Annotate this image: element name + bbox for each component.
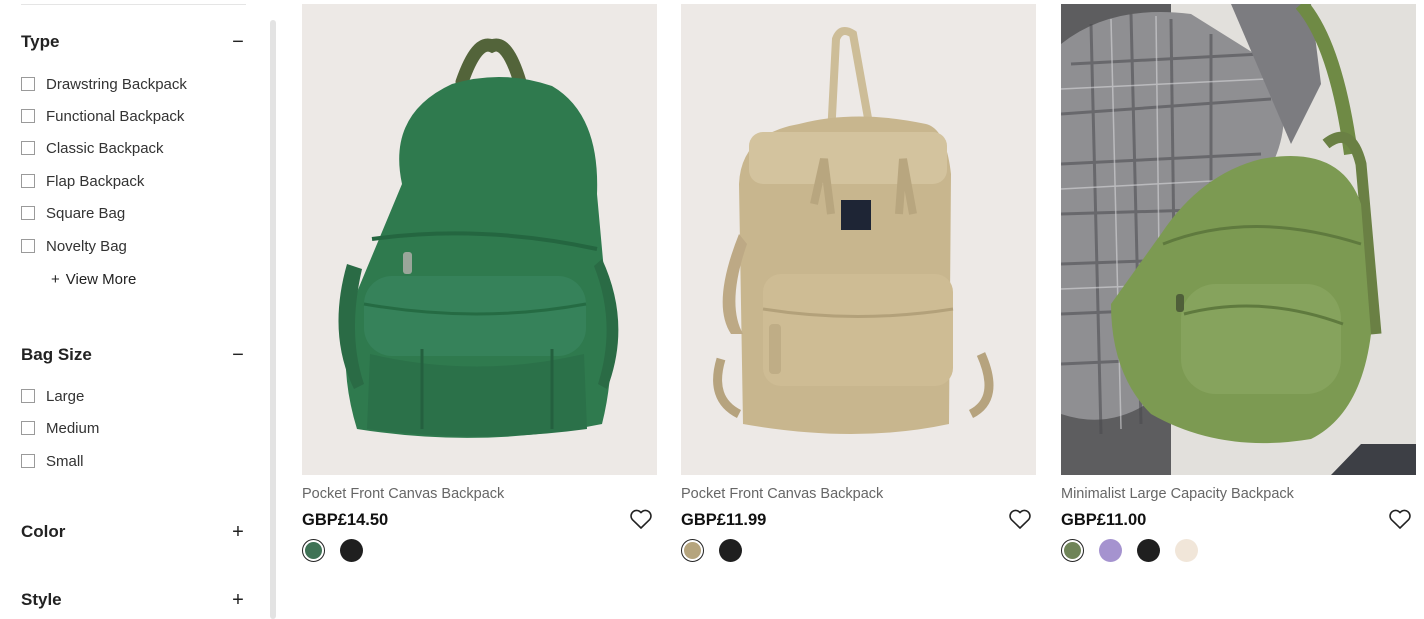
heart-icon[interactable] (629, 508, 653, 530)
color-swatches (1061, 537, 1213, 563)
filter-option-label: Square Bag (46, 204, 126, 222)
heart-icon[interactable] (1388, 508, 1412, 530)
color-swatch[interactable] (340, 538, 363, 562)
collapse-icon[interactable]: − (231, 32, 245, 52)
filter-option-label: Functional Backpack (46, 107, 185, 125)
filter-option-label: Large (46, 387, 85, 405)
filter-option-label: Flap Backpack (46, 172, 145, 190)
product-image[interactable] (681, 4, 1036, 475)
product-card[interactable]: Pocket Front Canvas Backpack GBP£14.50 (302, 4, 657, 562)
color-swatch[interactable] (1061, 538, 1084, 562)
filter-option-small[interactable]: Small (21, 451, 84, 471)
product-card[interactable]: Pocket Front Canvas Backpack GBP£11.99 (681, 4, 1036, 562)
filter-header-color[interactable]: Color + (21, 520, 245, 544)
filter-title-color: Color (21, 522, 66, 541)
checkbox[interactable] (21, 109, 35, 123)
product-image[interactable] (1061, 4, 1416, 475)
filter-option-large[interactable]: Large (21, 386, 84, 406)
color-swatch[interactable] (1099, 538, 1122, 562)
sidebar-scrollbar[interactable] (270, 20, 276, 619)
filter-title-style: Style (21, 590, 62, 609)
filter-option-label: Drawstring Backpack (46, 75, 187, 93)
filter-option-flap-backpack[interactable]: Flap Backpack (21, 171, 144, 191)
collapse-icon[interactable]: − (231, 345, 245, 365)
color-swatch[interactable] (1137, 538, 1160, 562)
checkbox[interactable] (21, 421, 35, 435)
checkbox[interactable] (21, 141, 35, 155)
color-swatch[interactable] (719, 538, 742, 562)
model-wearing-backpack-image (1061, 4, 1416, 475)
color-swatches (302, 537, 378, 563)
filter-option-drawstring-backpack[interactable]: Drawstring Backpack (21, 74, 187, 94)
checkbox[interactable] (21, 174, 35, 188)
filter-option-classic-backpack[interactable]: Classic Backpack (21, 138, 164, 158)
view-more-button[interactable]: + View More (51, 269, 136, 289)
heart-icon[interactable] (1008, 508, 1032, 530)
filter-title-type: Type (21, 32, 60, 51)
checkbox[interactable] (21, 206, 35, 220)
product-card[interactable]: Minimalist Large Capacity Backpack GBP£1… (1061, 4, 1416, 562)
product-name[interactable]: Pocket Front Canvas Backpack (681, 486, 883, 502)
checkbox[interactable] (21, 239, 35, 253)
filter-option-label: Small (46, 452, 84, 470)
green-backpack-image (302, 4, 657, 475)
filter-option-medium[interactable]: Medium (21, 418, 99, 438)
filter-option-label: Novelty Bag (46, 237, 127, 255)
plus-icon: + (51, 270, 60, 288)
checkbox[interactable] (21, 389, 35, 403)
filter-sidebar: Type − Drawstring Backpack Functional Ba… (0, 0, 266, 619)
expand-icon[interactable]: + (231, 522, 245, 542)
checkbox[interactable] (21, 454, 35, 468)
product-price: GBP£11.00 (1061, 511, 1147, 529)
view-more-label: View More (65, 270, 137, 288)
product-name[interactable]: Minimalist Large Capacity Backpack (1061, 486, 1294, 502)
divider (21, 4, 246, 5)
product-name[interactable]: Pocket Front Canvas Backpack (302, 486, 504, 502)
color-swatch[interactable] (1175, 538, 1198, 562)
filter-title-bag-size: Bag Size (21, 345, 92, 364)
expand-icon[interactable]: + (231, 590, 245, 610)
filter-header-type[interactable]: Type − (21, 30, 245, 54)
color-swatch[interactable] (302, 538, 325, 562)
color-swatch[interactable] (681, 538, 704, 562)
filter-option-functional-backpack[interactable]: Functional Backpack (21, 106, 184, 126)
product-price: GBP£14.50 (302, 511, 389, 529)
filter-option-novelty-bag[interactable]: Novelty Bag (21, 236, 127, 256)
color-swatches (681, 537, 757, 563)
khaki-backpack-image (681, 4, 1036, 475)
product-price: GBP£11.99 (681, 511, 767, 529)
filter-option-square-bag[interactable]: Square Bag (21, 203, 125, 223)
checkbox[interactable] (21, 77, 35, 91)
filter-option-label: Classic Backpack (46, 139, 164, 157)
filter-header-style[interactable]: Style + (21, 588, 245, 612)
filter-option-label: Medium (46, 419, 100, 437)
filter-header-bag-size[interactable]: Bag Size − (21, 343, 245, 367)
product-image[interactable] (302, 4, 657, 475)
